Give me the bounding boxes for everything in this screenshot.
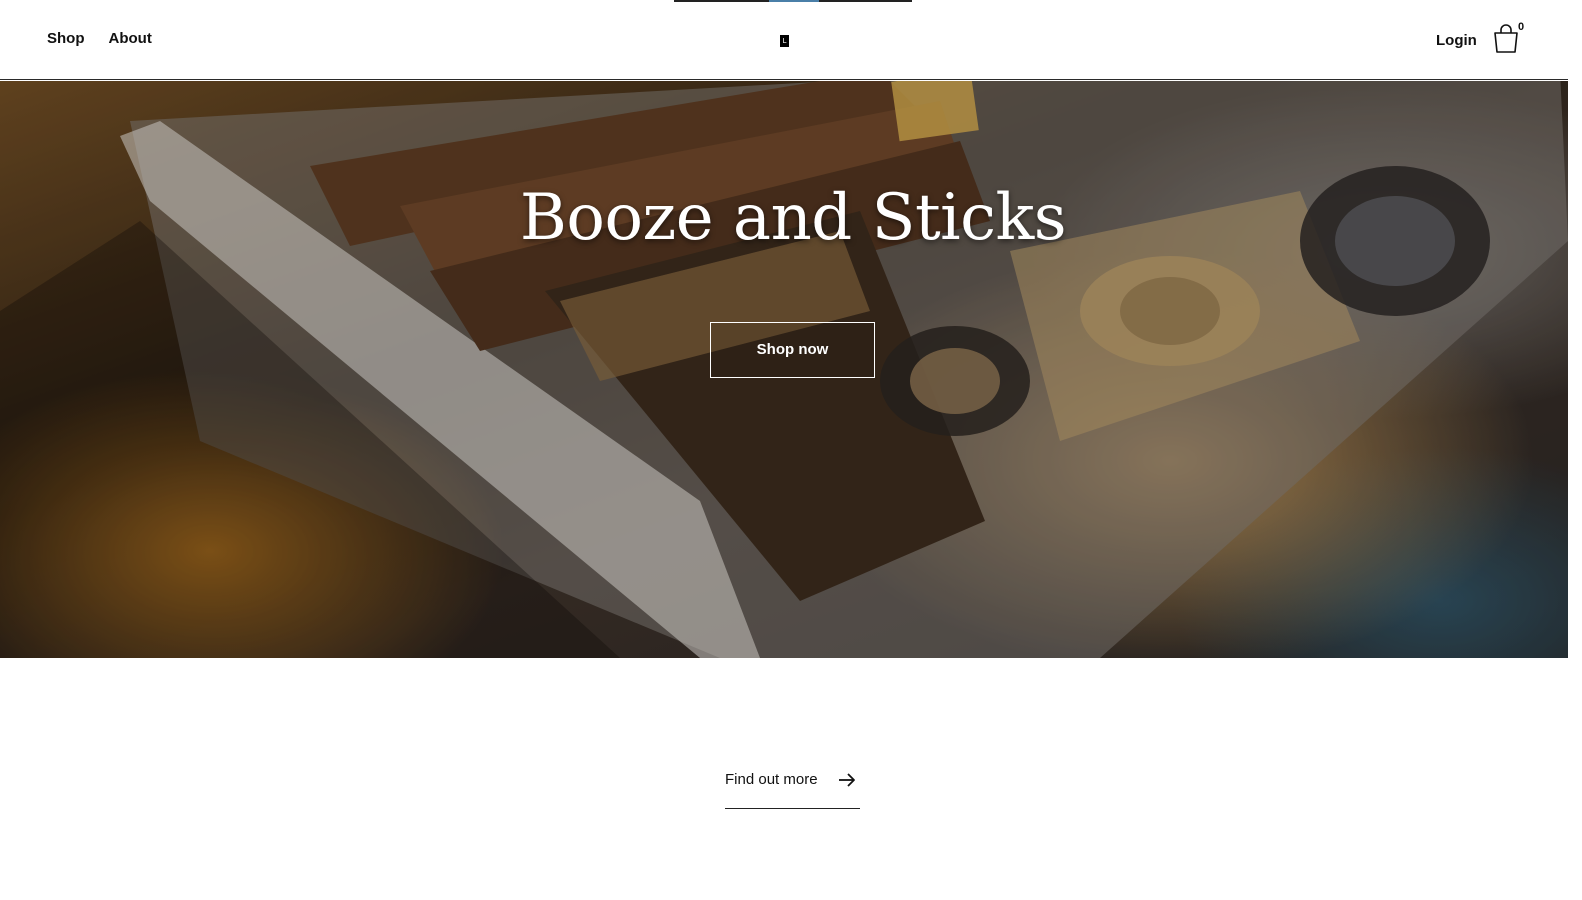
site-header: Shop About L Login 0 [0,0,1568,80]
hero-banner: Booze and Sticks Shop now [0,81,1568,658]
find-out-more-label: Find out more [725,771,818,788]
hero-title: Booze and Sticks [519,181,1067,255]
site-logo[interactable]: L [780,35,789,47]
shopping-bag-icon [1494,24,1518,53]
header-top-strip [674,0,912,2]
cart-count-badge: 0 [1518,21,1525,33]
header-top-strip-accent [769,0,819,2]
nav-item-about[interactable]: About [109,30,152,47]
arrow-right-icon [839,773,855,787]
main-nav: Shop About [47,30,152,47]
login-link[interactable]: Login [1436,32,1477,49]
shop-now-button[interactable]: Shop now [710,322,875,378]
nav-item-shop[interactable]: Shop [47,30,85,47]
cart-button[interactable]: 0 [1493,21,1525,56]
find-out-more-link[interactable]: Find out more [725,768,860,809]
